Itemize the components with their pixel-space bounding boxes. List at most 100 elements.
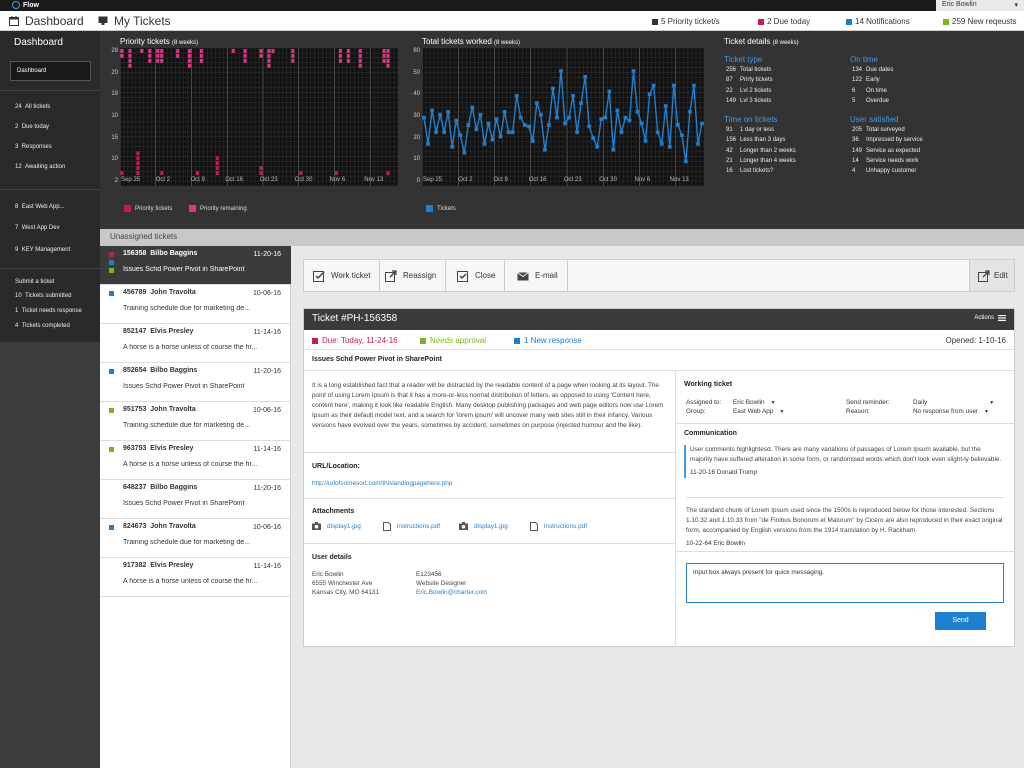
- ticket-list-item[interactable]: 824673 John Travolta 10-06-16 Training s…: [100, 519, 291, 558]
- sidebar-item-submit-ticket[interactable]: Submit a ticket: [15, 279, 54, 285]
- bar-priority-remaining: [259, 49, 263, 53]
- ticket-list-item[interactable]: 852147 Elvis Presley 11-14-16 A horse is…: [100, 324, 291, 363]
- details-count: 256: [726, 67, 737, 73]
- ticket-id: 648237: [123, 484, 147, 491]
- data-point: [615, 108, 620, 113]
- quick-message-input[interactable]: Input box always present for quick messa…: [686, 563, 1004, 603]
- status-dot-icon: [109, 268, 114, 273]
- ticket-list-item[interactable]: 156358 Bilbo Baggins 11-20-16 Issues Sch…: [100, 246, 291, 285]
- ticket-requester: Bilbo Baggins: [150, 250, 198, 257]
- response-status[interactable]: 1 New response: [514, 336, 582, 345]
- requests-stat-label: 259 New reqeusts: [952, 17, 1017, 26]
- details-label: Unhappy customer: [866, 168, 917, 175]
- edit-button[interactable]: Edit: [969, 260, 1014, 291]
- send-button[interactable]: Send: [935, 612, 986, 630]
- details-count: 16: [726, 168, 733, 175]
- sidebar-item-east-web-app[interactable]: 8 East Web App...: [15, 204, 65, 210]
- group-select[interactable]: East Web App ▼: [733, 408, 784, 415]
- bar-priority-tickets: [215, 156, 219, 161]
- reason-label: Reason:: [846, 408, 870, 415]
- chevron-down-icon: ▾: [1014, 2, 1018, 9]
- count: 9: [15, 247, 19, 253]
- email-button[interactable]: E-mail: [508, 260, 568, 291]
- bar-priority-remaining: [231, 49, 235, 53]
- data-point: [486, 121, 491, 126]
- priority-tickets-stat[interactable]: 5 Priority ticket/s: [652, 17, 720, 26]
- brand[interactable]: Flow: [12, 1, 39, 9]
- bar-priority-remaining: [267, 53, 271, 58]
- actions-menu[interactable]: Actions: [974, 315, 1006, 321]
- bar-priority-remaining: [259, 53, 263, 58]
- notifications-stat[interactable]: 14 Notifications: [846, 17, 910, 26]
- status-dots: [109, 408, 114, 413]
- ticket-requester: Bilbo Baggins: [150, 367, 198, 374]
- sidebar-item-west-app-dev[interactable]: 7 West App Dev: [15, 225, 60, 231]
- attachment-1[interactable]: display1.jpg: [312, 522, 361, 530]
- sidebar-item-tickets-completed[interactable]: 4 Tickets completed: [15, 323, 70, 329]
- data-point: [494, 117, 499, 121]
- new-requests-stat[interactable]: 259 New reqeusts: [943, 17, 1016, 26]
- reassign-button[interactable]: Reassign: [376, 260, 447, 291]
- attachment-2[interactable]: instructions.pdf: [383, 522, 440, 531]
- x-tick-label: Oct 16: [528, 177, 547, 183]
- bar-priority-remaining: [346, 49, 350, 53]
- data-point: [490, 137, 495, 142]
- data-point: [571, 93, 575, 98]
- sidebar-item-tickets-submitted[interactable]: 10 Tickets submitted: [15, 293, 72, 299]
- data-point: [518, 115, 523, 120]
- status-dot-icon: [109, 408, 114, 413]
- sidebar-item-awaiting-action[interactable]: 12 Awaiting action: [15, 164, 65, 170]
- sidebar-item-due-today[interactable]: 2 Due today: [15, 124, 49, 130]
- details-row: 149 Service as expected: [852, 148, 920, 154]
- sidebar-item-all-tickets[interactable]: 24 All tickets: [15, 104, 50, 110]
- opened-date: Opened: 1-10-16: [945, 336, 1007, 345]
- sidebar-item-dashboard[interactable]: Dashboard: [10, 61, 91, 81]
- bar-priority-remaining: [148, 58, 152, 63]
- work-ticket-button[interactable]: Work ticket: [304, 260, 381, 291]
- sidebar-item-key-management[interactable]: 9 KEY Management: [15, 247, 70, 253]
- ticket-list-item[interactable]: 963753 Elvis Presley 11-14-16 A horse is…: [100, 441, 291, 480]
- due-status: Due: Today, 11-24-16: [312, 336, 398, 345]
- divider: [676, 551, 1014, 552]
- attachment-3[interactable]: display1.jpg: [459, 522, 508, 530]
- group-label: Group:: [686, 408, 706, 415]
- user-menu[interactable]: Eric Bowlin ▾: [936, 0, 1024, 11]
- ticket-requester: John Travolta: [150, 289, 196, 296]
- nav-my-tickets[interactable]: My Tickets: [98, 14, 171, 28]
- notifications-square-icon: [846, 18, 852, 25]
- title: Ticket details: [724, 37, 771, 46]
- ticket-list-item[interactable]: 852654 Bilbo Baggins 11-20-16 Issues Sch…: [100, 363, 291, 402]
- ticket-date: 10-06-16: [252, 290, 281, 297]
- y-tick-label: 50: [413, 69, 420, 76]
- sidebar-item-needs-response[interactable]: 1 Ticket needs response: [15, 308, 82, 314]
- due-today-stat[interactable]: 2 Due today: [758, 17, 810, 26]
- x-tick-label: Oct 30: [294, 177, 313, 183]
- ticket-list-item[interactable]: 951753 John Travolta 10-06-16 Training s…: [100, 402, 291, 441]
- reason-value: No response from user: [913, 408, 978, 415]
- reminder-select[interactable]: Daily ▼: [913, 399, 994, 406]
- approval-status[interactable]: Needs approval: [420, 336, 486, 345]
- bar-priority-tickets: [215, 166, 219, 171]
- url-link[interactable]: http://urlofsomesort.com/thislandingpage…: [312, 480, 452, 487]
- data-point: [526, 124, 531, 129]
- ticket-list-item[interactable]: 648237 Bilbo Baggins 11-20-16 Issues Sch…: [100, 480, 291, 519]
- reason-select[interactable]: No response from user ▼: [913, 408, 989, 415]
- ticket-list-item[interactable]: 456789 John Travolta 10-06-16 Training s…: [100, 285, 291, 324]
- ticket-list-item[interactable]: 917382 Elvis Presley 11-14-16 A horse is…: [100, 558, 291, 597]
- data-point: [639, 121, 644, 126]
- due-text: Due: Today, 11-24-16: [322, 336, 398, 345]
- attachment-4[interactable]: instructions.pdf: [530, 522, 587, 531]
- email-label: E-mail: [535, 271, 558, 280]
- bar-priority-tickets: [120, 171, 124, 175]
- nav-dashboard[interactable]: Dashboard: [9, 14, 84, 28]
- details-label: Total surveyed: [866, 127, 905, 133]
- chevron-down-icon: ▼: [779, 409, 785, 415]
- close-button[interactable]: Close: [448, 260, 506, 291]
- sidebar-item-responses[interactable]: 3 Responses: [15, 144, 52, 150]
- ticket-summary: Training schedule due for marketing de..…: [123, 539, 250, 546]
- user-email[interactable]: Eric.Bowlin@charter.com: [416, 588, 487, 597]
- bar-priority-remaining: [188, 53, 191, 58]
- assigned-select[interactable]: Eric Bowlin ▼: [733, 399, 776, 406]
- data-point: [559, 69, 563, 73]
- ticket-body: It is a long established fact that a rea…: [304, 371, 676, 647]
